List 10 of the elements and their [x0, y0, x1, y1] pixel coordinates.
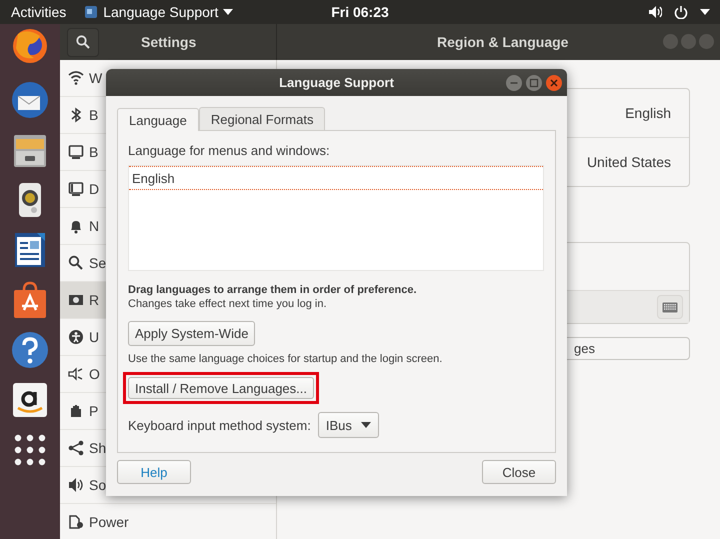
setting-value: English	[625, 105, 671, 121]
input-method-label: Keyboard input method system:	[128, 418, 311, 432]
note-text: Use the same language choices for startup and the login screen.	[128, 352, 444, 366]
hint-text: Changes take effect next time you log in.	[128, 297, 328, 311]
hint-text: Drag languages to arrange them in order of preference.	[128, 283, 418, 297]
window-title: Settings	[141, 34, 196, 50]
list-label: Language for menus and windows:	[128, 143, 331, 159]
dialog-title: Language Support	[279, 75, 394, 90]
setting-value: United States	[586, 154, 671, 170]
panel-title: Region & Language	[437, 34, 568, 50]
